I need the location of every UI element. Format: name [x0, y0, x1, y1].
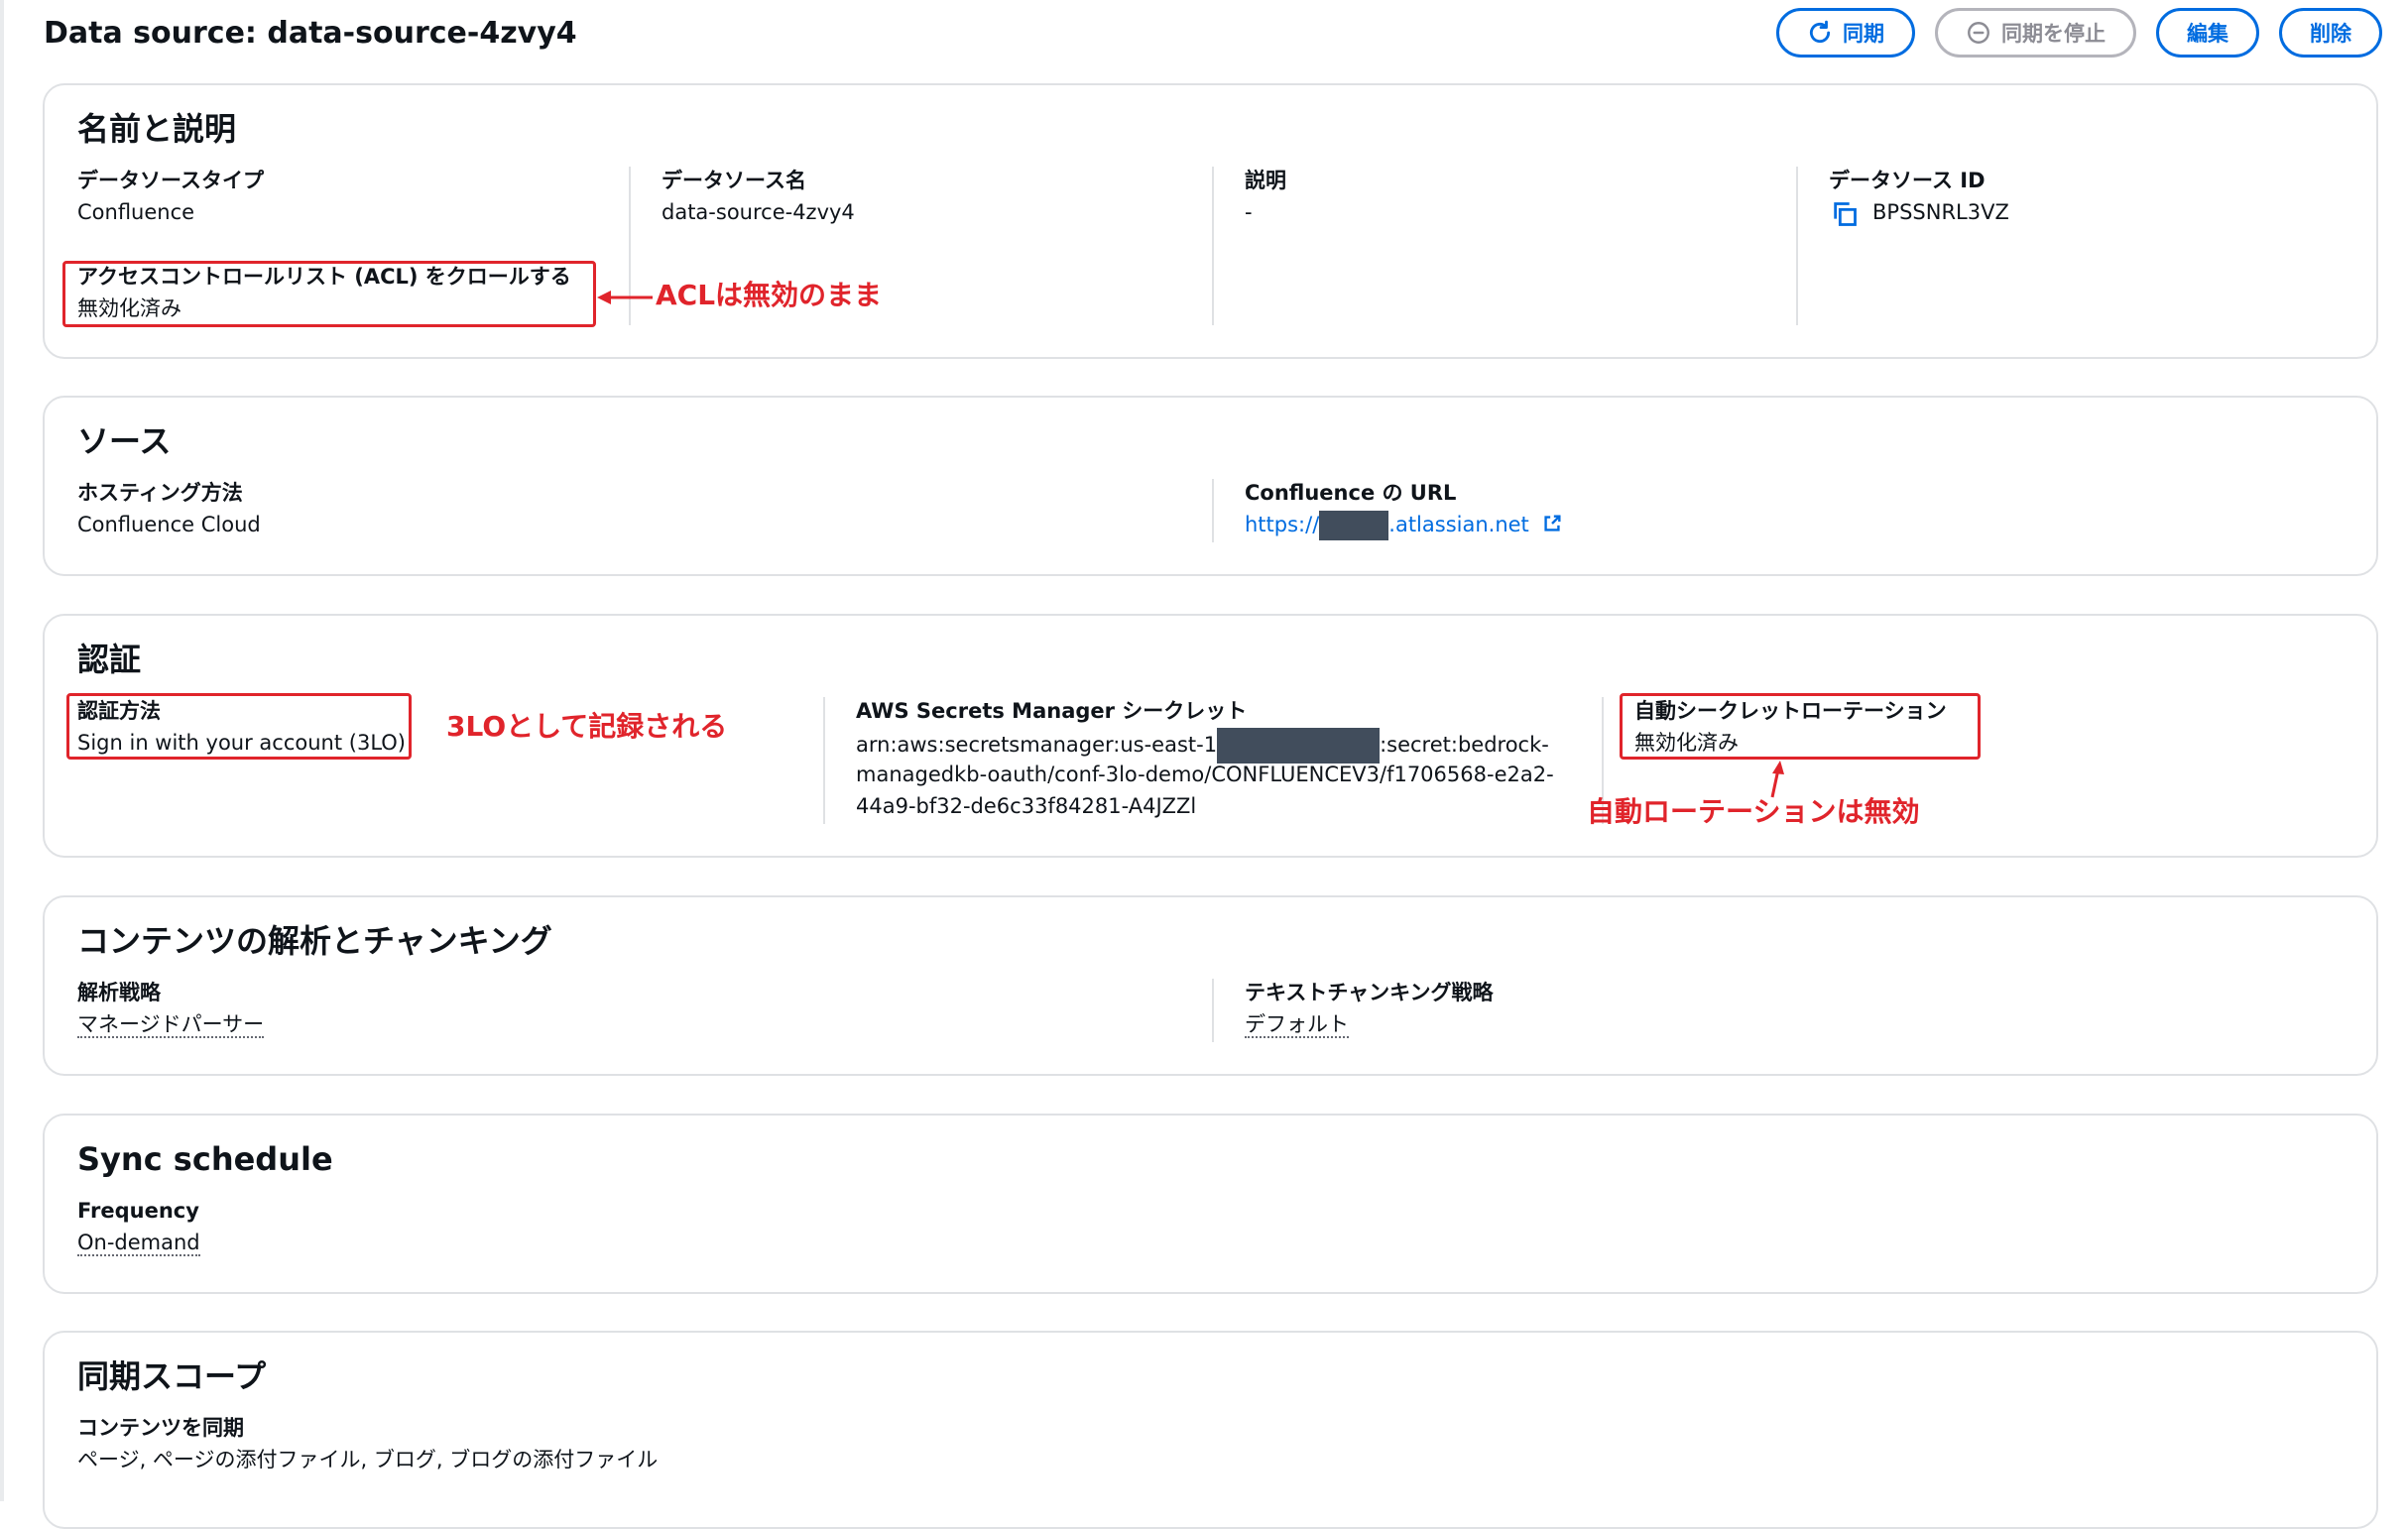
redacted-block — [1319, 511, 1389, 540]
secret-arn-suffix: :secret:bedrock- — [1380, 733, 1549, 757]
acl-highlight-box — [62, 261, 596, 327]
stop-sync-button-label: 同期を停止 — [2001, 22, 2106, 46]
frequency-value-wrap: On-demand — [77, 1228, 200, 1257]
edit-button[interactable]: 編集 — [2156, 8, 2259, 58]
card-title-name: 名前と説明 — [77, 110, 237, 148]
secret-value-line1: arn:aws:secretsmanager:us-east-1 :secret:… — [856, 728, 1549, 764]
redacted-block — [1217, 728, 1381, 764]
confluence-url-link[interactable]: https:// .atlassian.net — [1245, 510, 1563, 540]
stop-circle-icon — [1968, 22, 1989, 44]
sync-content-value: ページ, ページの添付ファイル, ブログ, ブログの添付ファイル — [77, 1448, 659, 1471]
page-title: Data source: data-source-4zvy4 — [44, 16, 577, 51]
description-value: - — [1245, 200, 1253, 224]
parsing-chunking-card: コンテンツの解析とチャンキング 解析戦略 マネージドパーサー テキストチャンキン… — [43, 895, 2378, 1076]
url-prefix[interactable]: https:// — [1245, 513, 1319, 536]
hosting-method-value: Confluence Cloud — [77, 513, 261, 536]
confluence-url-label: Confluence の URL — [1245, 481, 1457, 505]
column-divider — [1212, 979, 1214, 1042]
auth-method-highlight-box — [66, 693, 412, 760]
secret-value-line2: managedkb-oauth/conf-3lo-demo/CONFLUENCE… — [856, 763, 1554, 786]
card-title-sync-scope: 同期スコープ — [77, 1357, 267, 1395]
column-divider — [823, 697, 825, 824]
copy-icon[interactable] — [1831, 200, 1859, 228]
chunking-strategy-label: テキストチャンキング戦略 — [1245, 981, 1494, 1004]
parsing-strategy-label: 解析戦略 — [77, 981, 161, 1004]
rotation-annotation: 自動ローテーションは無効 — [1587, 795, 1920, 828]
card-title-auth: 認証 — [77, 641, 142, 678]
parsing-strategy-value[interactable]: マネージドパーサー — [77, 1012, 265, 1038]
header-actions: 同期 同期を停止 編集 削除 — [1776, 8, 2382, 58]
refresh-icon — [1810, 20, 1831, 44]
card-title-parsing: コンテンツの解析とチャンキング — [77, 922, 552, 960]
annotation-arrow-up — [1770, 761, 1784, 798]
frequency-value[interactable]: On-demand — [77, 1231, 200, 1256]
chunking-strategy-value-wrap: デフォルト — [1245, 1009, 1349, 1039]
datasource-id-value: BPSSNRL3VZ — [1872, 200, 2009, 224]
sync-button-label: 同期 — [1843, 22, 1884, 46]
column-divider — [1212, 167, 1214, 325]
source-card: ソース ホスティング方法 Confluence Cloud Confluence… — [43, 396, 2378, 576]
url-suffix[interactable]: .atlassian.net — [1388, 513, 1529, 536]
secret-label: AWS Secrets Manager シークレット — [856, 699, 1248, 723]
parsing-strategy-value-wrap: マネージドパーサー — [77, 1009, 265, 1039]
datasource-type-label: データソースタイプ — [77, 169, 264, 192]
datasource-type-value: Confluence — [77, 200, 195, 224]
acl-annotation: ACLは無効のまま — [656, 279, 883, 311]
datasource-name-label: データソース名 — [662, 169, 806, 192]
hosting-method-label: ホスティング方法 — [77, 481, 243, 505]
delete-button[interactable]: 削除 — [2279, 8, 2382, 58]
sync-button[interactable]: 同期 — [1776, 8, 1915, 58]
sync-scope-card: 同期スコープ コンテンツを同期 ページ, ページの添付ファイル, ブログ, ブロ… — [43, 1331, 2378, 1529]
column-divider — [1212, 479, 1214, 542]
stop-sync-button[interactable]: 同期を停止 — [1935, 8, 2136, 58]
column-divider — [1796, 167, 1798, 325]
rotation-highlight-box — [1620, 693, 1981, 760]
annotation-arrow-left — [597, 291, 653, 304]
frequency-label: Frequency — [77, 1199, 199, 1223]
datasource-id-label: データソース ID — [1829, 169, 1986, 192]
secret-value-line3: 44a9-bf32-de6c33f84281-A4JZZl — [856, 794, 1197, 818]
left-border — [0, 0, 4, 1501]
card-title-source: ソース — [77, 422, 172, 460]
datasource-name-value: data-source-4zvy4 — [662, 200, 855, 224]
threelo-annotation: 3LOとして記録される — [446, 710, 728, 743]
delete-button-label: 削除 — [2310, 22, 2351, 46]
card-title-sync-schedule: Sync schedule — [77, 1140, 333, 1178]
description-label: 説明 — [1245, 169, 1286, 192]
chunking-strategy-value[interactable]: デフォルト — [1245, 1012, 1349, 1038]
edit-button-label: 編集 — [2187, 22, 2228, 46]
sync-schedule-card: Sync schedule Frequency On-demand — [43, 1114, 2378, 1294]
sync-content-label: コンテンツを同期 — [77, 1416, 244, 1440]
external-link-icon[interactable] — [1541, 513, 1563, 534]
secret-arn-prefix: arn:aws:secretsmanager:us-east-1 — [856, 733, 1218, 757]
